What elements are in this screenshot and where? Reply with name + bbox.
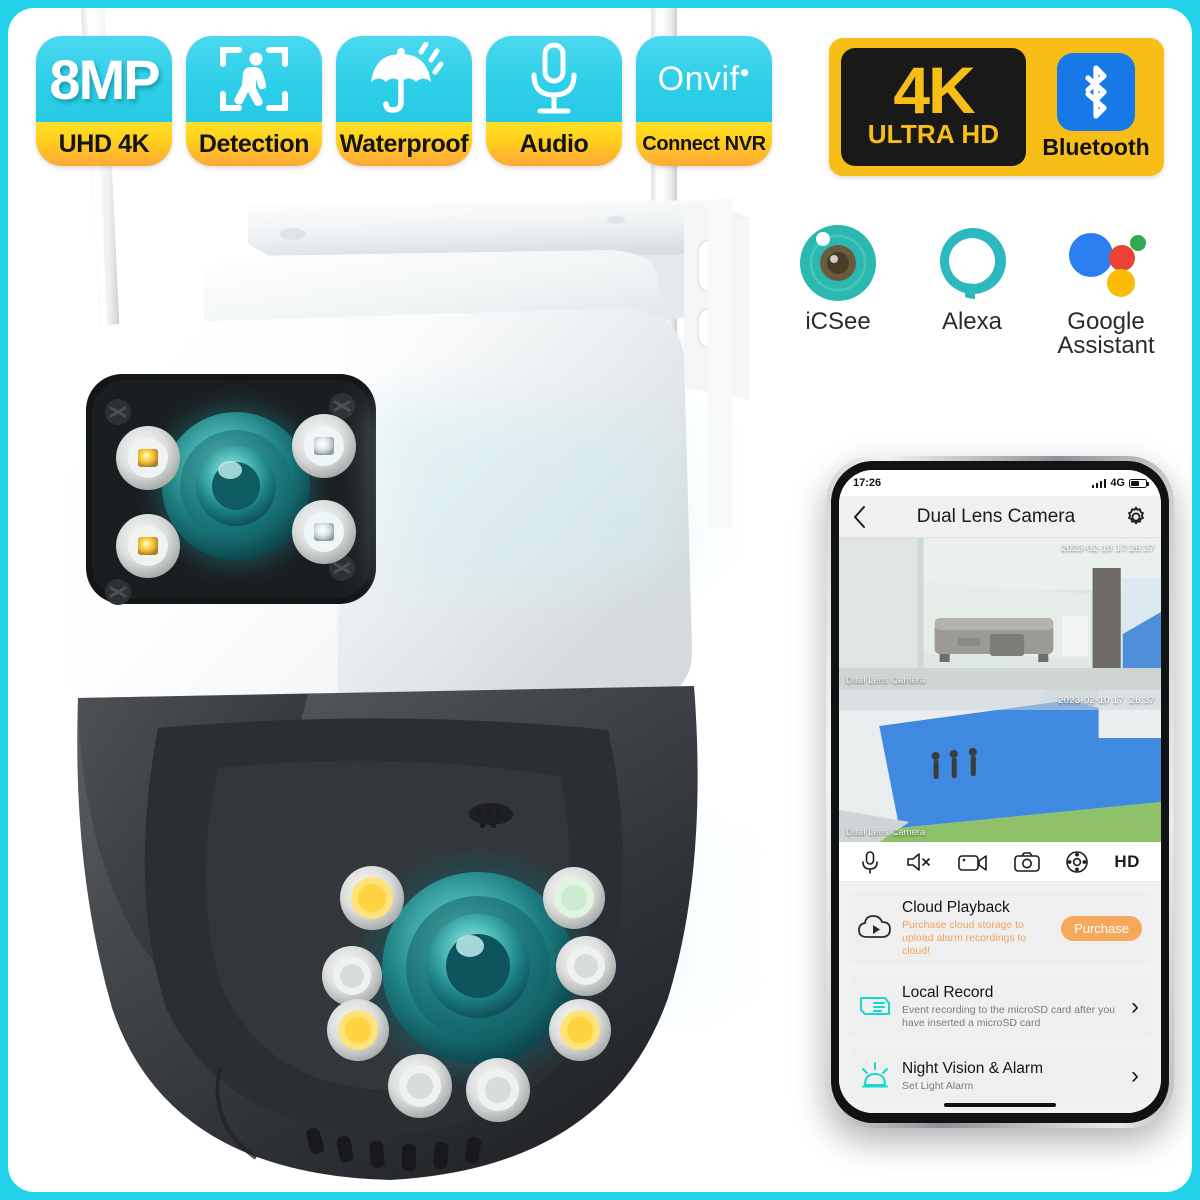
- badge-label-waterproof: Waterproof: [336, 122, 472, 166]
- feed-top-image: [839, 538, 1161, 690]
- cloud-playback-title: Cloud Playback: [902, 899, 1010, 916]
- umbrella-rain-icon: [371, 42, 444, 113]
- ecosystem-item-alexa: Alexa: [920, 220, 1024, 358]
- status-bar-time: 17:26: [853, 477, 882, 489]
- night-vision-subtitle: Set Light Alarm: [902, 1079, 974, 1092]
- list-item-cloud-playback[interactable]: Cloud Playback Purchase cloud storage to…: [848, 890, 1152, 967]
- ecosystem-label-alexa: Alexa: [941, 308, 1003, 335]
- feature-badge-row: 8MP UHD 4K Detection Waterproof Audio On…: [36, 36, 772, 166]
- feed-bottom-timestamp: 2023-02-10 17 :26:37: [1058, 695, 1155, 706]
- product-camera-image: [64, 8, 808, 1180]
- phone-screen: 17:26 4G Dual Lens Camera 2023-02-10 17:…: [839, 470, 1161, 1113]
- feed-top-label: Dual Lens Camera: [846, 675, 926, 686]
- badge-top-onvif: Onvif●: [636, 36, 772, 122]
- battery-icon: [1129, 478, 1149, 488]
- ecosystem-label-icsee: iCSee: [805, 308, 871, 335]
- icsee-eye-icon: [797, 220, 879, 306]
- phone-bezel: 17:26 4G Dual Lens Camera 2023-02-10 17:…: [831, 461, 1169, 1123]
- purchase-button[interactable]: Purchase: [1061, 915, 1142, 941]
- ptz-dpad-icon[interactable]: [1066, 850, 1089, 873]
- bluetooth-label: Bluetooth: [1042, 134, 1150, 160]
- chevron-left-icon[interactable]: [852, 504, 868, 530]
- local-record-title: Local Record: [902, 984, 994, 1002]
- video-camera-icon[interactable]: [958, 852, 988, 872]
- ecosystem-label-google: Google Assistant: [1057, 308, 1155, 359]
- cloud-playback-subtitle: Purchase cloud storage to upload alarm r…: [902, 919, 1027, 957]
- badge-label-connect-nvr: Connect NVR: [636, 122, 772, 166]
- feature-badge-detection: Detection: [186, 36, 322, 166]
- ultra-hd-text: ULTRA HD: [867, 118, 1000, 149]
- app-bar: Dual Lens Camera: [839, 496, 1161, 538]
- poster-root: 8MP UHD 4K Detection Waterproof Audio On…: [0, 0, 1200, 1200]
- 4k-text: 4K: [893, 53, 975, 128]
- bluetooth-tile: [1057, 53, 1135, 131]
- chevron-right-icon[interactable]: ›: [1131, 1063, 1142, 1088]
- feed-bottom-image: [839, 690, 1161, 842]
- feature-row-list: Cloud Playback Purchase cloud storage to…: [839, 882, 1161, 1113]
- feature-badge-waterproof: Waterproof: [336, 36, 472, 166]
- feature-badge-resolution: 8MP UHD 4K: [36, 36, 172, 166]
- badge-8mp-text: 8MP: [49, 47, 160, 111]
- google-assistant-dots-icon: [1064, 220, 1148, 306]
- microphone-icon[interactable]: [860, 850, 880, 874]
- resolution-bluetooth-badge: 4K ULTRA HD Bluetooth: [829, 38, 1164, 176]
- feature-badge-audio: Audio: [486, 36, 622, 166]
- cloud-playback-text: Cloud Playback Purchase cloud storage to…: [902, 899, 1051, 957]
- feed-top-timestamp: 2023-02-10 17:26:37: [1061, 543, 1155, 554]
- badge-label-detection: Detection: [186, 122, 322, 166]
- list-item-night-vision-alarm[interactable]: Night Vision & Alarm Set Light Alarm ›: [848, 1047, 1152, 1104]
- local-record-subtitle: Event recording to the microSD card afte…: [902, 1004, 1116, 1030]
- sd-card-icon: [858, 994, 892, 1020]
- poster-panel: 8MP UHD 4K Detection Waterproof Audio On…: [8, 8, 1192, 1192]
- night-vision-title: Night Vision & Alarm: [902, 1059, 1043, 1077]
- gear-icon[interactable]: [1124, 505, 1148, 529]
- list-item-local-record[interactable]: Local Record Event recording to the micr…: [848, 975, 1152, 1039]
- microphone-icon: [531, 42, 577, 114]
- phone-mockup: 17:26 4G Dual Lens Camera 2023-02-10 17:…: [826, 456, 1174, 1128]
- onvif-logo-text: Onvif●: [657, 59, 751, 98]
- network-type-label: 4G: [1110, 477, 1125, 489]
- badge-label-uhd4k: UHD 4K: [36, 122, 172, 166]
- 4k-ultrahd-badge: 4K ULTRA HD: [841, 48, 1026, 166]
- bluetooth-badge: Bluetooth: [1040, 48, 1152, 166]
- feed-bottom-label: Dual Lens Camera: [846, 827, 926, 838]
- ecosystem-item-google-assistant: Google Assistant: [1054, 220, 1158, 358]
- video-feed-top[interactable]: 2023-02-10 17:26:37 Dual Lens Camera: [839, 538, 1161, 690]
- human-detection-icon: [220, 47, 288, 111]
- local-record-text: Local Record Event recording to the micr…: [902, 984, 1121, 1030]
- home-indicator: [944, 1102, 1056, 1107]
- camera-top-module: [64, 250, 693, 714]
- badge-top-resolution: 8MP: [36, 36, 172, 122]
- status-bar-indicators: 4G: [1091, 477, 1149, 489]
- ptz-dome: [77, 686, 698, 1180]
- night-vision-text: Night Vision & Alarm Set Light Alarm: [902, 1060, 1121, 1093]
- feature-badge-onvif: Onvif● Connect NVR: [636, 36, 772, 166]
- cloud-play-icon: [858, 915, 892, 941]
- ecosystem-item-icsee: iCSee: [786, 220, 890, 358]
- app-bar-title: Dual Lens Camera: [916, 505, 1076, 527]
- quality-hd-label[interactable]: HD: [1114, 852, 1140, 872]
- badge-top-detection: [186, 36, 322, 122]
- status-bar: 17:26 4G: [839, 470, 1161, 496]
- signal-bars-icon: [1091, 478, 1107, 488]
- alexa-ring-icon: [932, 220, 1012, 306]
- badge-top-waterproof: [336, 36, 472, 122]
- playback-toolbar: HD: [839, 842, 1161, 882]
- badge-label-audio: Audio: [486, 122, 622, 166]
- badge-top-audio: [486, 36, 622, 122]
- camera-icon[interactable]: [1014, 851, 1041, 873]
- speaker-mute-icon[interactable]: [906, 851, 932, 873]
- video-feed-bottom[interactable]: 2023-02-10 17 :26:37 Dual Lens Camera: [839, 690, 1161, 842]
- chevron-right-icon[interactable]: ›: [1131, 995, 1142, 1019]
- ecosystem-logos: iCSee Alexa Google Assistant: [786, 220, 1158, 358]
- phone-frame: 17:26 4G Dual Lens Camera 2023-02-10 17:…: [826, 456, 1174, 1128]
- bluetooth-icon: [1085, 65, 1107, 119]
- alarm-light-icon: [858, 1061, 892, 1091]
